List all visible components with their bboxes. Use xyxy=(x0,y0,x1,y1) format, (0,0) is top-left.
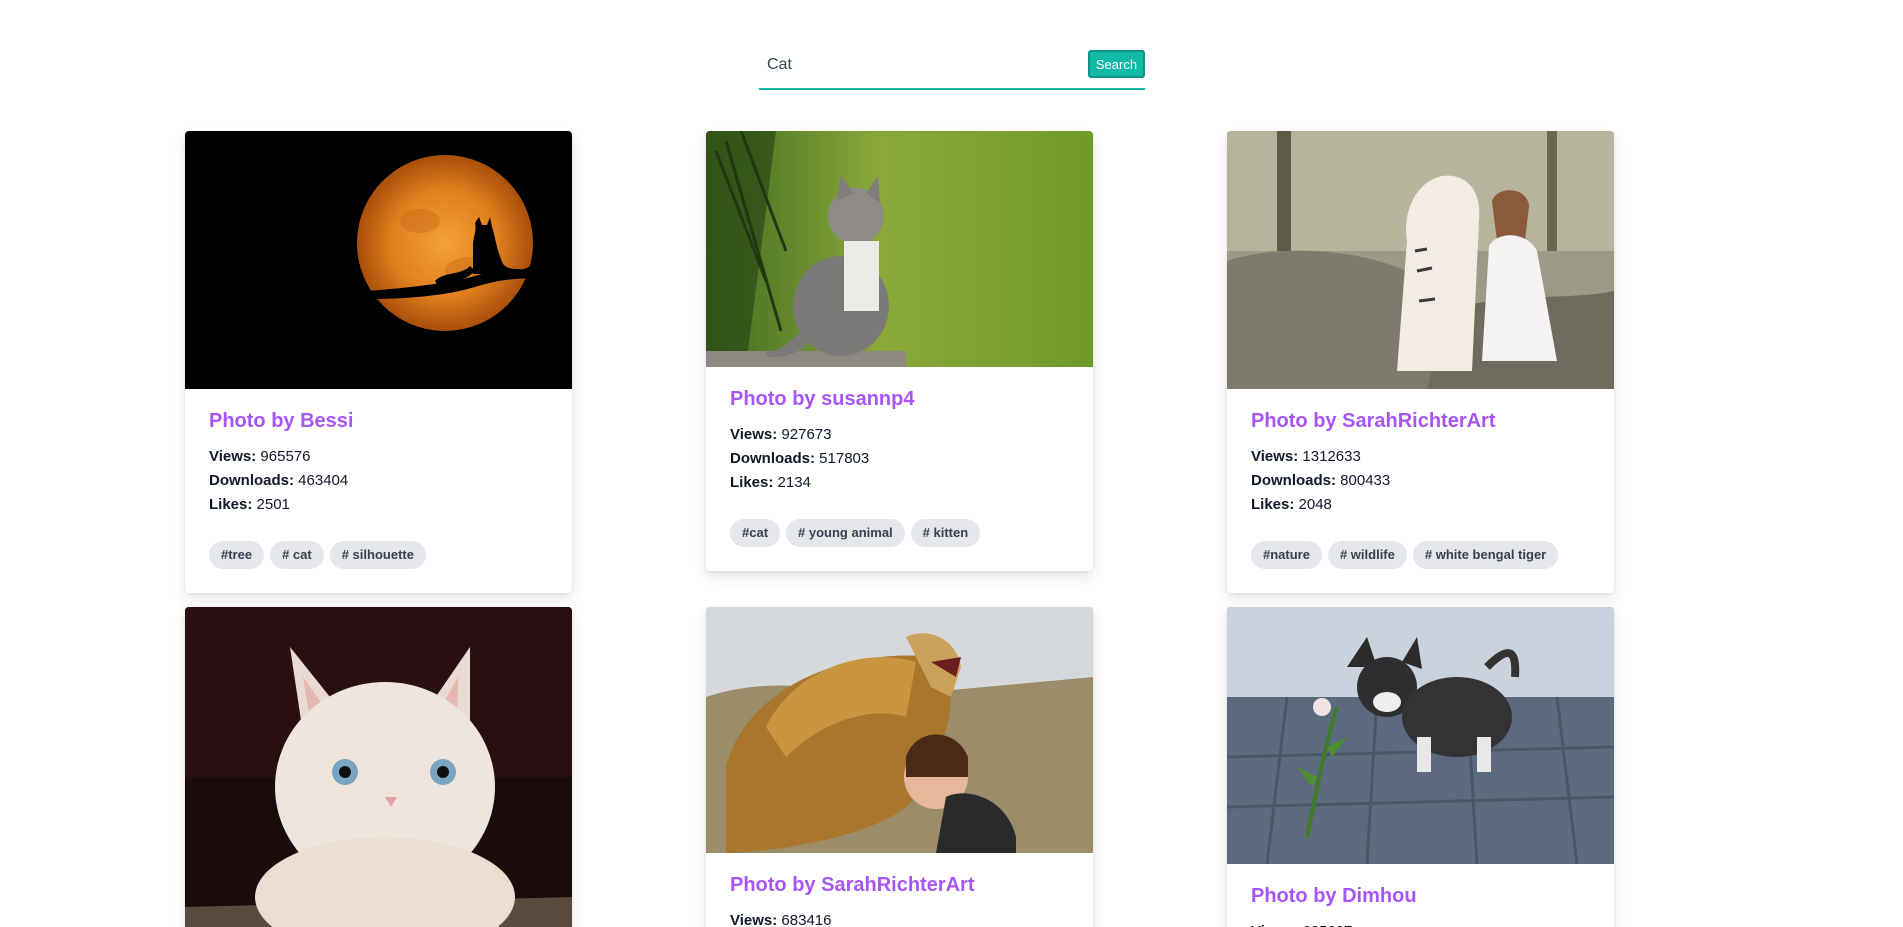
photo-author-title[interactable]: Photo by Bessi xyxy=(209,409,548,433)
gallery-page: Search Photo xyxy=(0,0,1903,927)
photo-image-lion-girl xyxy=(706,607,1093,853)
views-stat: Views: 683416 xyxy=(730,909,1069,927)
downloads-label: Downloads: xyxy=(209,472,294,489)
downloads-label: Downloads: xyxy=(730,450,815,467)
photo-author-title[interactable]: Photo by susannp4 xyxy=(730,387,1069,411)
tag[interactable]: # young animal xyxy=(786,519,905,547)
tag[interactable]: # white bengal tiger xyxy=(1412,541,1559,569)
views-label: Views: xyxy=(1251,923,1298,927)
photo-image-kitten-flower xyxy=(1227,607,1614,864)
tag[interactable]: #nature xyxy=(1251,541,1322,569)
views-stat: Views: 927673 xyxy=(730,423,1069,447)
likes-value: 2134 xyxy=(777,474,811,491)
photo-card: Photo by susannp4 Views: 927673 Download… xyxy=(706,131,1093,571)
downloads-stat: Downloads: 463404 xyxy=(209,469,548,493)
views-label: Views: xyxy=(730,426,778,443)
downloads-stat: Downloads: 517803 xyxy=(730,447,1069,471)
likes-stat: Likes: 2501 xyxy=(209,493,548,517)
likes-label: Likes: xyxy=(730,474,774,491)
likes-label: Likes: xyxy=(1251,496,1295,513)
photo-card: Photo by Bessi Views: 965576 Downloads: … xyxy=(185,131,572,593)
views-value: 1312633 xyxy=(1302,448,1361,465)
downloads-label: Downloads: xyxy=(1251,472,1336,489)
photo-image-kitten-grass xyxy=(706,131,1093,367)
card-body: Photo by SarahRichterArt Views: 683416 xyxy=(706,853,1093,927)
likes-value: 2501 xyxy=(256,496,290,513)
photo-card: Photo by Dimhou Views: 625997 xyxy=(1227,607,1614,927)
photo-stats: Views: 927673 Downloads: 517803 Likes: 2… xyxy=(730,423,1069,495)
tag-list: #nature # wildlife # white bengal tiger xyxy=(1227,517,1614,593)
photo-card xyxy=(185,607,572,927)
photo-stats: Views: 965576 Downloads: 463404 Likes: 2… xyxy=(209,445,548,517)
views-value: 927673 xyxy=(781,426,832,443)
views-label: Views: xyxy=(730,912,778,927)
views-value: 683416 xyxy=(781,912,832,927)
views-label: Views: xyxy=(209,448,257,465)
views-stat: Views: 965576 xyxy=(209,445,548,469)
search-input[interactable] xyxy=(759,50,1079,80)
photo-stats: Views: 625997 xyxy=(1251,920,1590,927)
photo-author-title[interactable]: Photo by SarahRichterArt xyxy=(730,873,1069,897)
tag-list: #cat # young animal # kitten xyxy=(706,495,1093,571)
photo-author-title[interactable]: Photo by Dimhou xyxy=(1251,884,1590,908)
search-button[interactable]: Search xyxy=(1088,50,1145,78)
photo-image-white-kitten xyxy=(185,607,572,927)
views-value: 625997 xyxy=(1302,923,1352,927)
card-body: Photo by SarahRichterArt Views: 1312633 … xyxy=(1227,389,1614,517)
tag-list: #tree # cat # silhouette xyxy=(185,517,572,593)
photo-card: Photo by SarahRichterArt Views: 1312633 … xyxy=(1227,131,1614,593)
views-label: Views: xyxy=(1251,448,1299,465)
tag[interactable]: #cat xyxy=(730,519,781,547)
views-value: 965576 xyxy=(260,448,311,465)
card-body: Photo by Dimhou Views: 625997 xyxy=(1227,864,1614,927)
tag[interactable]: # wildlife xyxy=(1327,541,1407,569)
tag[interactable]: # silhouette xyxy=(329,541,426,569)
downloads-stat: Downloads: 800433 xyxy=(1251,469,1590,493)
tag[interactable]: # cat xyxy=(270,541,324,569)
downloads-value: 463404 xyxy=(298,472,349,489)
card-body: Photo by Bessi Views: 965576 Downloads: … xyxy=(185,389,572,517)
search-form: Search xyxy=(759,50,1145,90)
downloads-value: 517803 xyxy=(819,450,870,467)
photo-image-white-tiger-woman xyxy=(1227,131,1614,389)
card-body: Photo by susannp4 Views: 927673 Download… xyxy=(706,367,1093,495)
views-stat: Views: 625997 xyxy=(1251,920,1590,927)
downloads-value: 800433 xyxy=(1340,472,1391,489)
photo-card: Photo by SarahRichterArt Views: 683416 xyxy=(706,607,1093,927)
likes-stat: Likes: 2134 xyxy=(730,471,1069,495)
photo-author-title[interactable]: Photo by SarahRichterArt xyxy=(1251,409,1590,433)
photo-image-moon-cat-silhouette xyxy=(185,131,572,389)
photo-stats: Views: 683416 xyxy=(730,909,1069,927)
likes-stat: Likes: 2048 xyxy=(1251,493,1590,517)
likes-value: 2048 xyxy=(1298,496,1332,513)
photo-stats: Views: 1312633 Downloads: 800433 Likes: … xyxy=(1251,445,1590,517)
views-stat: Views: 1312633 xyxy=(1251,445,1590,469)
tag[interactable]: #tree xyxy=(209,541,265,569)
tag[interactable]: # kitten xyxy=(910,519,981,547)
likes-label: Likes: xyxy=(209,496,253,513)
